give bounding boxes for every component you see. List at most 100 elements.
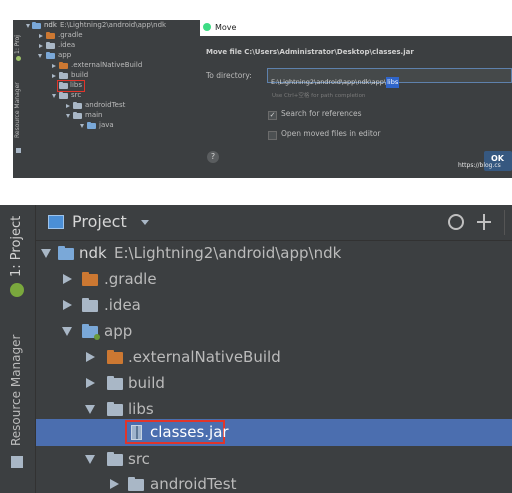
expand-arrow-icon[interactable]: [41, 249, 51, 258]
tree-item[interactable]: java: [99, 120, 114, 130]
folder-icon: [59, 91, 68, 99]
collapse-arrow-icon[interactable]: [86, 378, 95, 388]
tree-label: src: [128, 450, 150, 468]
tree-label: build: [128, 374, 165, 392]
directory-value: E:\Lightning2\android\app\ndk\app\: [271, 78, 387, 86]
module-folder-icon: [82, 324, 100, 340]
tree-row[interactable]: .idea: [36, 292, 512, 318]
tree-root-path: E:\Lightning2\android\app\ndk: [60, 21, 167, 29]
folder-icon: [107, 402, 123, 416]
project-header: Project: [36, 205, 512, 241]
folder-icon: [59, 71, 68, 79]
dialog-title: Move: [215, 23, 237, 32]
small-project-tree: ndk E:\Lightning2\android\app\ndk .gradl…: [24, 20, 200, 178]
project-tab[interactable]: 1: Proj: [14, 35, 21, 54]
divider: [504, 210, 505, 235]
watermark: https://blog.cs: [458, 162, 501, 169]
expand-arrow-icon[interactable]: [80, 124, 84, 128]
tree-row-selected[interactable]: classes.jar: [36, 419, 512, 446]
folder-icon: [107, 452, 123, 466]
expand-arrow-icon[interactable]: [85, 455, 95, 464]
folder-icon: [59, 81, 68, 89]
expand-arrow-icon[interactable]: [85, 405, 95, 414]
to-directory-field[interactable]: E:\Lightning2\android\app\ndk\app\libs: [267, 68, 512, 88]
collapse-arrow-icon[interactable]: [52, 74, 56, 78]
project-side-tab[interactable]: 1: Project: [9, 216, 24, 277]
folder-icon: [87, 121, 96, 129]
collapse-arrow-icon[interactable]: [86, 352, 95, 362]
jar-file-icon: [131, 425, 142, 440]
folder-icon: [32, 21, 41, 29]
folder-icon: [82, 298, 98, 312]
tree-label: androidTest: [150, 475, 237, 493]
root-path: E:\Lightning2\android\app\ndk: [114, 244, 342, 262]
tree-label: .idea: [104, 296, 141, 314]
module-folder-icon: [46, 51, 55, 59]
tree-item[interactable]: main: [85, 110, 103, 120]
collapse-all-icon[interactable]: [477, 214, 491, 230]
root-name: ndk: [79, 244, 107, 262]
dialog-heading: Move file C:\Users\Administrator\Desktop…: [206, 48, 414, 56]
structure-icon[interactable]: [16, 148, 21, 153]
collapse-arrow-icon[interactable]: [39, 44, 43, 48]
expand-arrow-icon[interactable]: [26, 24, 30, 28]
tree-row[interactable]: src: [36, 446, 512, 472]
tree-item[interactable]: app: [58, 50, 71, 60]
collapse-arrow-icon[interactable]: [63, 300, 72, 310]
tree-item-libs[interactable]: libs: [70, 80, 82, 90]
tree-item[interactable]: .idea: [58, 40, 75, 50]
folder-icon: [59, 61, 68, 69]
expand-arrow-icon[interactable]: [66, 114, 70, 118]
top-screenshot: 1: Proj Resource Manager ndk E:\Lightnin…: [0, 0, 512, 178]
tree-item[interactable]: androidTest: [85, 100, 125, 110]
structure-icon[interactable]: [11, 456, 23, 468]
expand-arrow-icon[interactable]: [52, 94, 56, 98]
project-view-icon: [48, 215, 64, 229]
search-references-label[interactable]: Search for references: [281, 109, 362, 119]
collapse-arrow-icon[interactable]: [110, 479, 119, 489]
folder-icon: [73, 101, 82, 109]
search-references-checkbox[interactable]: ✓: [268, 111, 277, 120]
open-moved-checkbox[interactable]: [268, 131, 277, 140]
directory-highlight: libs: [386, 77, 400, 88]
to-directory-label: To directory:: [206, 71, 252, 80]
tree-item[interactable]: .externalNativeBuild: [71, 60, 142, 70]
expand-arrow-icon[interactable]: [38, 54, 42, 58]
project-folder-icon: [58, 246, 74, 260]
folder-icon: [73, 111, 82, 119]
app-icon: [203, 23, 211, 31]
project-tool-window: 1: Project Resource Manager Project ndk …: [0, 205, 512, 493]
folder-icon: [46, 41, 55, 49]
folder-icon: [107, 350, 123, 364]
project-header-title[interactable]: Project: [72, 211, 127, 233]
collapse-arrow-icon[interactable]: [63, 274, 72, 284]
resource-manager-tab[interactable]: Resource Manager: [14, 82, 21, 138]
tree-row-root[interactable]: ndk E:\Lightning2\android\app\ndk: [36, 240, 512, 266]
help-button[interactable]: ?: [207, 151, 219, 163]
folder-icon: [82, 272, 98, 286]
tree-label: .gradle: [104, 270, 157, 288]
dialog-titlebar: Move: [200, 20, 512, 36]
resource-manager-side-tab[interactable]: Resource Manager: [9, 335, 23, 446]
tree-root-name[interactable]: ndk: [44, 20, 57, 30]
tree-row[interactable]: app: [36, 318, 512, 344]
tree-row[interactable]: androidTest: [36, 471, 512, 493]
tree-row[interactable]: .gradle: [36, 266, 512, 292]
open-moved-label[interactable]: Open moved files in editor: [281, 129, 381, 139]
collapse-arrow-icon[interactable]: [66, 104, 70, 108]
tree-row[interactable]: build: [36, 370, 512, 396]
tree-item[interactable]: build: [71, 70, 88, 80]
folder-icon: [107, 376, 123, 390]
expand-arrow-icon[interactable]: [62, 327, 72, 336]
tree-label: .externalNativeBuild: [128, 348, 281, 366]
tree-row[interactable]: .externalNativeBuild: [36, 344, 512, 370]
folder-icon: [128, 477, 144, 491]
locate-icon[interactable]: [448, 214, 464, 230]
chevron-down-icon[interactable]: [141, 220, 149, 225]
path-completion-hint: Use Ctrl+空格 for path completion: [272, 93, 366, 99]
collapse-arrow-icon[interactable]: [52, 64, 56, 68]
tree-item[interactable]: src: [71, 90, 81, 100]
collapse-arrow-icon[interactable]: [39, 34, 43, 38]
tree-item[interactable]: .gradle: [58, 30, 83, 40]
tree-label: app: [104, 322, 133, 340]
